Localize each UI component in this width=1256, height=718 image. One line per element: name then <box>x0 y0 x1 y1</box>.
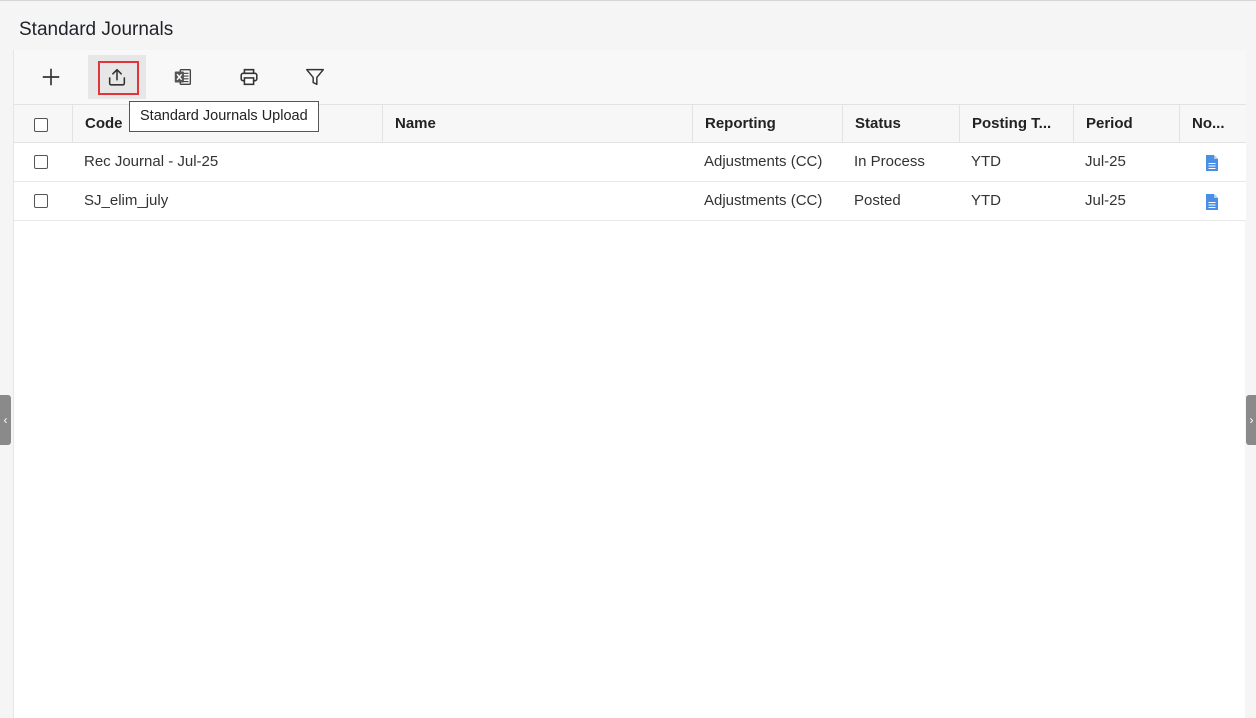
excel-icon <box>174 68 192 86</box>
cell-name <box>382 182 692 220</box>
upload-tooltip: Standard Journals Upload <box>129 101 319 132</box>
cell-reporting: Adjustments (CC) <box>704 153 823 170</box>
upload-button[interactable] <box>88 55 146 99</box>
row-checkbox[interactable] <box>34 194 48 208</box>
cell-period: Jul-25 <box>1085 153 1126 170</box>
cell-status: Posted <box>854 192 901 209</box>
column-header-posting-type[interactable]: Posting T... <box>959 105 1073 143</box>
column-header-notes[interactable]: No... <box>1179 105 1246 143</box>
chevron-right-icon: › <box>1249 413 1254 427</box>
filter-icon <box>306 68 324 86</box>
print-button[interactable] <box>220 55 278 99</box>
add-button[interactable] <box>22 55 80 99</box>
table-row[interactable]: SJ_elim_july Adjustments (CC) Posted YTD… <box>14 182 1246 221</box>
cell-status: In Process <box>854 153 925 170</box>
top-border <box>0 0 1256 3</box>
toolbar <box>14 50 1246 104</box>
collapse-left-handle[interactable]: ‹ <box>0 395 11 445</box>
table-row[interactable]: Rec Journal - Jul-25 Adjustments (CC) In… <box>14 143 1246 182</box>
document-icon[interactable] <box>1205 154 1219 172</box>
column-header-reporting[interactable]: Reporting <box>692 105 842 143</box>
row-checkbox[interactable] <box>34 155 48 169</box>
plus-icon <box>42 68 60 86</box>
printer-icon <box>240 68 258 86</box>
page-title: Standard Journals <box>19 19 174 40</box>
document-icon[interactable] <box>1205 193 1219 211</box>
cell-reporting: Adjustments (CC) <box>704 192 823 209</box>
collapse-right-handle[interactable]: › <box>1246 395 1256 445</box>
chevron-left-icon: ‹ <box>3 413 8 427</box>
upload-highlight <box>98 61 139 95</box>
journals-panel: Code Name Reporting Status Posting T... … <box>13 50 1246 718</box>
cell-posting-type: YTD <box>971 192 1001 209</box>
column-header-name[interactable]: Name <box>382 105 692 143</box>
export-excel-button[interactable] <box>154 55 212 99</box>
filter-button[interactable] <box>286 55 344 99</box>
cell-period: Jul-25 <box>1085 192 1126 209</box>
column-header-period[interactable]: Period <box>1073 105 1179 143</box>
cell-notes <box>1179 182 1246 220</box>
cell-code: SJ_elim_july <box>84 192 169 209</box>
cell-notes <box>1179 143 1246 181</box>
select-all-checkbox[interactable] <box>34 118 48 132</box>
cell-code: Rec Journal - Jul-25 <box>84 153 219 170</box>
cell-posting-type: YTD <box>971 153 1001 170</box>
column-header-status[interactable]: Status <box>842 105 959 143</box>
cell-name <box>382 143 692 181</box>
